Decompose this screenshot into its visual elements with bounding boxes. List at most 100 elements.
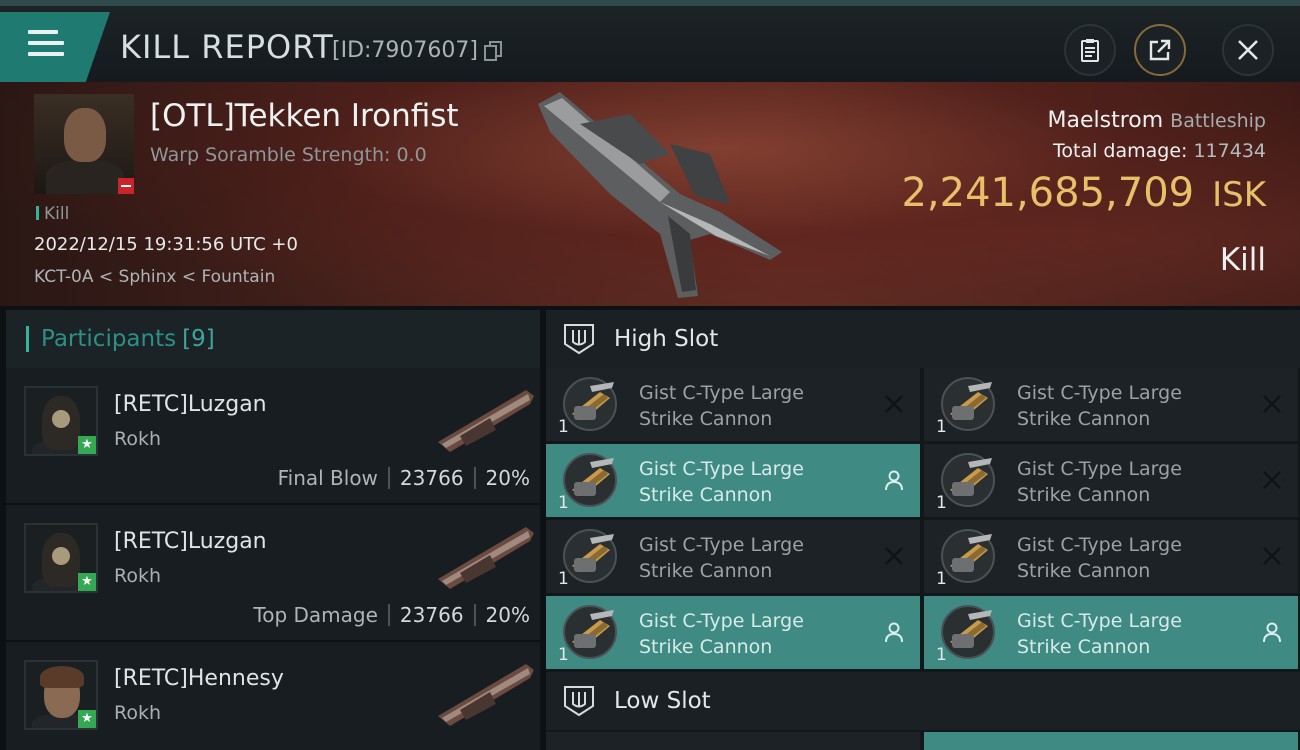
participant-avatar: ★ — [24, 523, 98, 593]
participant-damage-percent: 20% — [485, 466, 530, 490]
participant-row[interactable]: ★ [RETC]Hennesy Rokh — [6, 642, 540, 750]
destroyed-x-icon — [1263, 471, 1281, 489]
participant-damage-percent: 20% — [485, 603, 530, 627]
module-name-line2: Strike Cannon — [639, 484, 773, 506]
high-slot-module[interactable]: 1 Gist C-Type Large Strike Cannon — [546, 368, 920, 441]
large-hybrid-turret-icon — [941, 377, 995, 431]
module-name: Gist C-Type Large Strike Cannon — [639, 456, 859, 508]
participant-ship: Rokh — [114, 565, 162, 587]
participant-name: [RETC]Luzgan — [114, 529, 267, 554]
clipboard-icon — [1081, 39, 1099, 62]
destroyed-x-icon — [885, 395, 903, 413]
module-name: Gist C-Type Large Strike Cannon — [1017, 380, 1237, 432]
participant-row[interactable]: ★ [RETC]Luzgan Rokh Final Blow 23766 20% — [6, 368, 540, 505]
kill-location[interactable]: KCT-0A < Sphinx < Fountain — [34, 267, 275, 287]
share-button[interactable] — [1134, 24, 1186, 76]
participant-damage: 23766 — [399, 603, 464, 627]
participant-avatar: ★ — [24, 660, 98, 730]
module-name-line1: Gist C-Type Large — [1017, 382, 1182, 404]
kill-datetime: 2022/12/15 19:31:56 UTC +0 — [34, 234, 298, 255]
close-button[interactable] — [1222, 24, 1274, 76]
module-name: Gist C-Type Large Strike Cannon — [639, 608, 859, 660]
large-hybrid-turret-icon — [563, 529, 617, 583]
participant-ship-image — [438, 664, 534, 726]
participants-panel: Participants [9] ★ [RETC]Luzgan Rokh Fin… — [6, 310, 540, 750]
module-name-line2: Strike Cannon — [1017, 408, 1151, 430]
star-icon: ★ — [78, 710, 96, 728]
participants-count: [9] — [182, 326, 215, 352]
module-name-line1: Gist C-Type Large — [639, 458, 804, 480]
participant-role: Final Blow — [277, 466, 378, 490]
destroyed-x-icon — [885, 547, 903, 565]
module-name-line2: Strike Cannon — [1017, 560, 1151, 582]
dropped-person-icon — [885, 470, 903, 491]
victim-name[interactable]: [OTL]Tekken Ironfist — [150, 98, 459, 134]
high-slot-icon — [564, 324, 594, 355]
isk-unit: ISK — [1212, 175, 1266, 215]
clipboard-button[interactable] — [1064, 24, 1116, 76]
victim-ship-type[interactable]: Maelstrom Battleship — [1048, 108, 1266, 133]
participant-stats: Top Damage 23766 20% — [253, 603, 530, 627]
share-icon — [1149, 39, 1171, 61]
large-hybrid-turret-icon — [563, 377, 617, 431]
total-damage: Total damage: 117434 — [1053, 140, 1266, 162]
large-hybrid-turret-icon — [563, 453, 617, 507]
menu-button[interactable] — [0, 12, 110, 82]
high-slot-module[interactable]: 1 Gist C-Type Large Strike Cannon — [924, 596, 1298, 669]
dropped-person-icon — [885, 622, 903, 643]
module-quantity: 1 — [936, 569, 947, 589]
high-slot-module[interactable]: 1 Gist C-Type Large Strike Cannon — [924, 520, 1298, 593]
copy-icon[interactable] — [484, 41, 502, 61]
isk-amount: 2,241,685,709 — [901, 170, 1195, 216]
module-quantity: 1 — [936, 645, 947, 665]
ship-class: Battleship — [1170, 110, 1266, 132]
kill-tag: Kill — [36, 204, 69, 224]
high-slot-module[interactable]: 1 Gist C-Type Large Strike Cannon — [924, 368, 1298, 441]
module-quantity: 1 — [936, 493, 947, 513]
module-name-line1: Gist C-Type Large — [1017, 610, 1182, 632]
participant-role: Top Damage — [253, 603, 378, 627]
high-slot-module[interactable]: 1 Gist C-Type Large Strike Cannon — [546, 444, 920, 517]
participant-ship: Rokh — [114, 702, 162, 724]
participant-ship-image — [438, 527, 534, 589]
module-name-line2: Strike Cannon — [639, 408, 773, 430]
victim-portrait[interactable] — [34, 94, 134, 194]
high-slot-label: High Slot — [614, 326, 719, 352]
warp-scramble-strength: Warp Soramble Strength: 0.0 — [150, 144, 427, 166]
module-quantity: 1 — [558, 569, 569, 589]
module-name-line1: Gist C-Type Large — [1017, 458, 1182, 480]
participant-row[interactable]: ★ [RETC]Luzgan Rokh Top Damage 23766 20% — [6, 505, 540, 642]
close-icon — [1238, 40, 1258, 60]
large-hybrid-turret-icon — [941, 605, 995, 659]
participant-avatar: ★ — [24, 386, 98, 456]
destroyed-x-icon — [1263, 547, 1281, 565]
module-name-line1: Gist C-Type Large — [1017, 534, 1182, 556]
total-damage-value: 117434 — [1193, 140, 1266, 162]
module-name: Gist C-Type Large Strike Cannon — [1017, 532, 1237, 584]
module-name-line2: Strike Cannon — [639, 560, 773, 582]
high-slot-module[interactable]: 1 Gist C-Type Large Strike Cannon — [546, 596, 920, 669]
module-name: Gist C-Type Large Strike Cannon — [639, 380, 859, 432]
fitting-panel: High Slot 1 Gist C-Type Large Strike Canno… — [546, 310, 1300, 750]
module-quantity: 1 — [558, 417, 569, 437]
star-icon: ★ — [78, 436, 96, 454]
low-slot-module[interactable] — [546, 732, 920, 750]
kill-result: Kill — [1219, 242, 1266, 278]
large-hybrid-turret-icon — [563, 605, 617, 659]
high-slot-module[interactable]: 1 Gist C-Type Large Strike Cannon — [546, 520, 920, 593]
low-slot-module[interactable] — [924, 732, 1298, 750]
hostile-badge-icon — [118, 178, 134, 194]
large-hybrid-turret-icon — [941, 453, 995, 507]
module-name: Gist C-Type Large Strike Cannon — [639, 532, 859, 584]
module-quantity: 1 — [936, 417, 947, 437]
module-quantity: 1 — [558, 493, 569, 513]
low-slot-label: Low Slot — [614, 688, 711, 714]
high-slot-module[interactable]: 1 Gist C-Type Large Strike Cannon — [924, 444, 1298, 517]
participant-damage: 23766 — [399, 466, 464, 490]
low-slot-icon — [564, 686, 594, 717]
kill-report-header: KILL REPORT [ID:7907607] — [0, 0, 1300, 82]
victim-ship-image — [538, 92, 782, 298]
page-title: KILL REPORT — [120, 28, 334, 66]
module-name-line1: Gist C-Type Large — [639, 382, 804, 404]
high-slot-modules: 1 Gist C-Type Large Strike Cannon 1 Gist C-T… — [546, 368, 1300, 669]
